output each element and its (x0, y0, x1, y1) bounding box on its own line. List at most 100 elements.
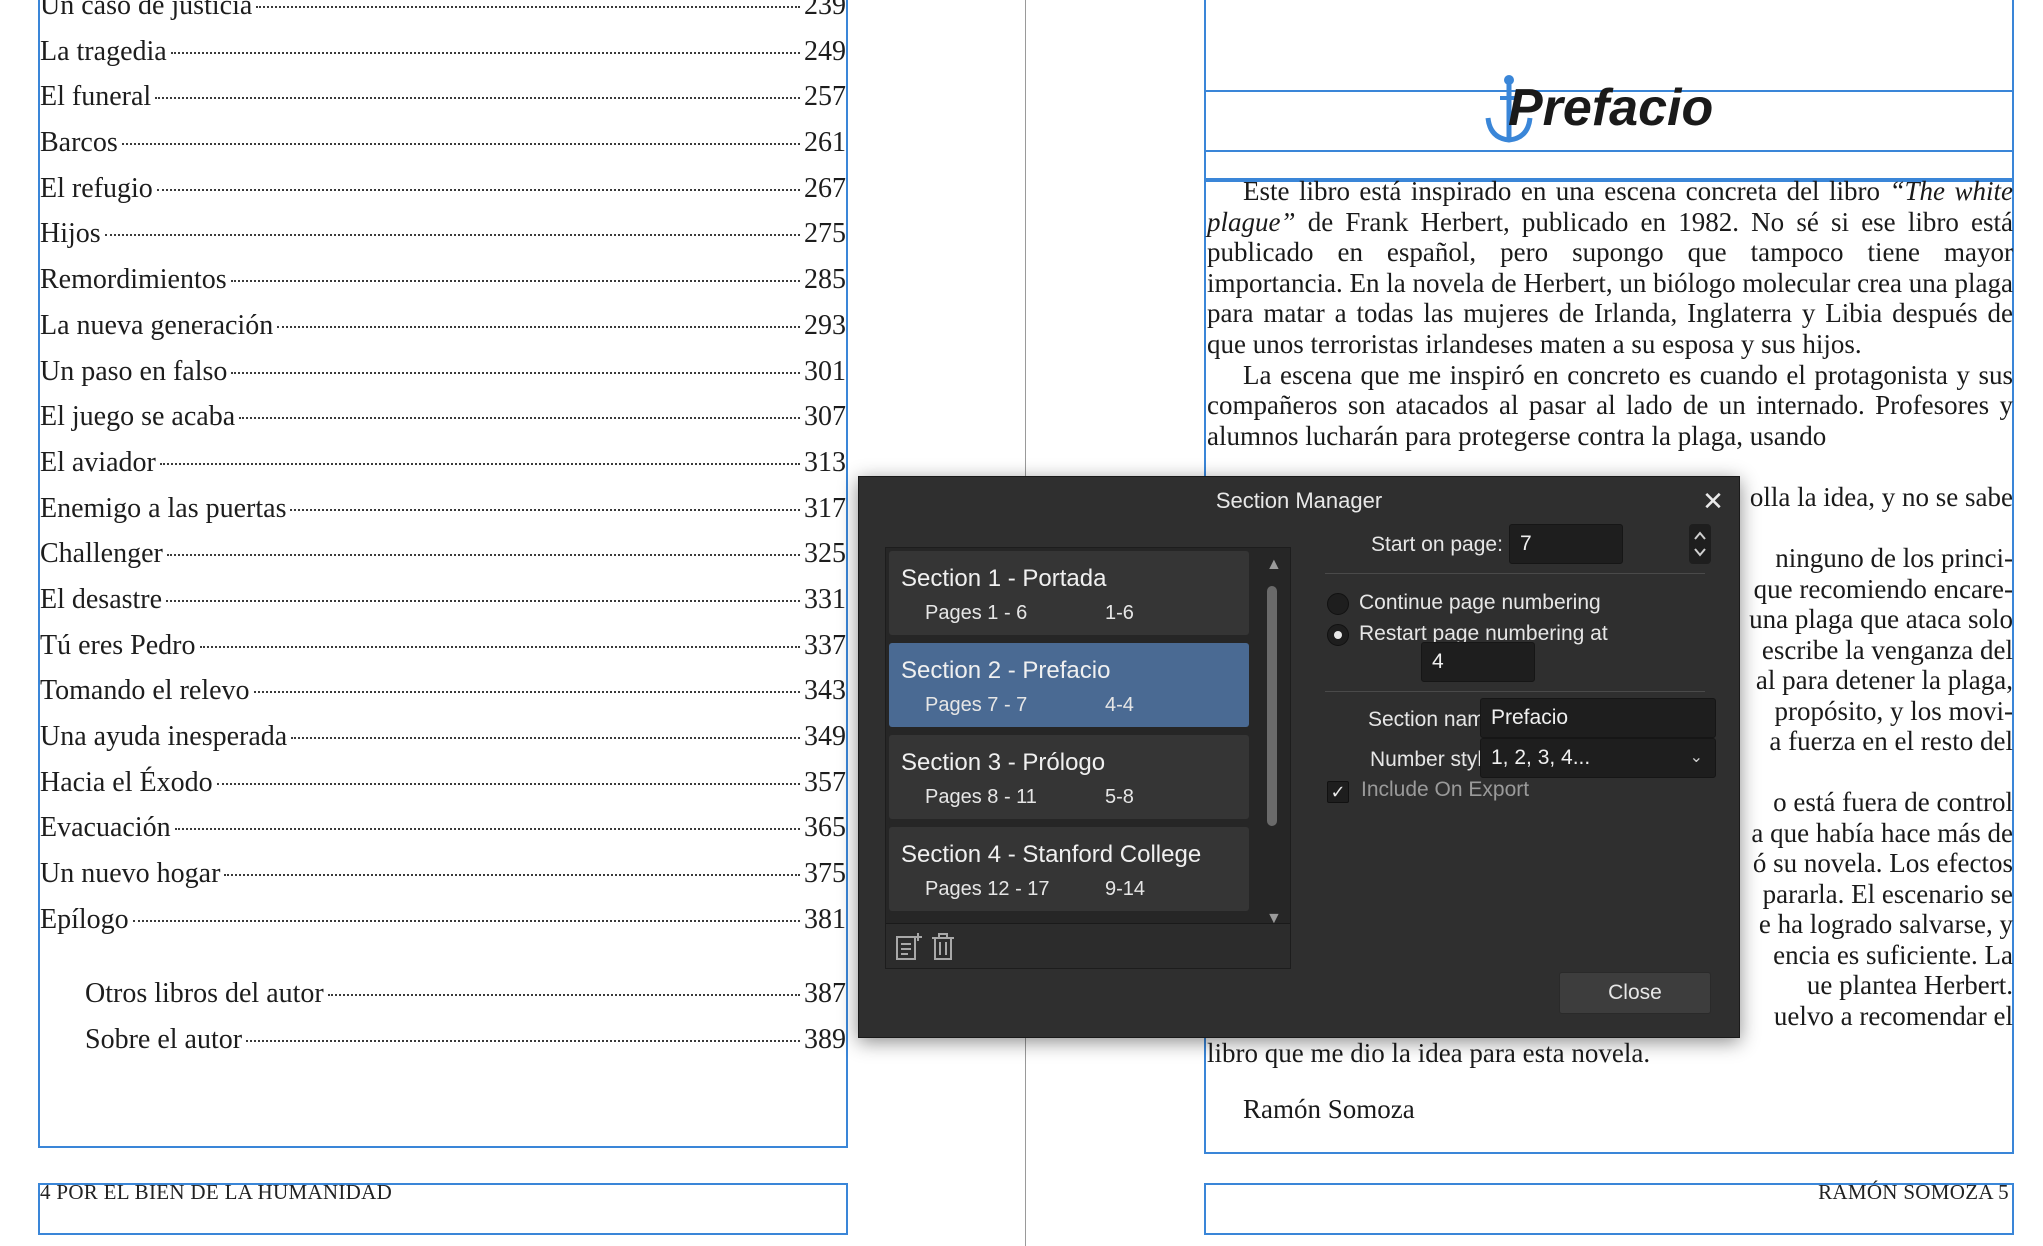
signature: Ramón Somoza (1243, 1094, 1415, 1124)
toc-leader-dots (132, 919, 800, 922)
section-list-toolbar (886, 923, 1290, 968)
toc-entry-page: 337 (804, 629, 846, 661)
section-list-item[interactable]: Section 3 - Prólogo Pages 8 - 11 5-8 (889, 735, 1249, 819)
start-page-stepper-icon[interactable] (1689, 524, 1711, 564)
toc-leader-dots (216, 782, 800, 785)
toc-entry-title: El juego se acaba (40, 401, 236, 433)
body-text-fragment: al para detener la plaga, (1755, 665, 2013, 695)
body-text-fragment: ninguno de los princi- (1775, 543, 2013, 573)
toc-leader-dots (253, 691, 800, 694)
toc-leader-dots (121, 143, 800, 146)
body-text-fragment: e ha logrado salvarse, y (1758, 909, 2013, 939)
toc-leader-dots (290, 508, 800, 511)
toc-entry: El aviador 313 (40, 447, 846, 493)
toc-entry-title: El aviador (40, 446, 156, 478)
toc-entry: El funeral 257 (40, 81, 846, 127)
toc-entry-page: 307 (804, 401, 846, 433)
toc-entry: La tragedia 249 (40, 36, 846, 82)
toc-entry: La nueva generación 293 (40, 310, 846, 356)
toc-entry-title: Un caso de justicia (40, 0, 253, 21)
toc-entry-title: Una ayuda inesperada (40, 721, 288, 752)
body-text-fragment: una plaga que ataca solo (1749, 604, 2013, 634)
section-name: Section 2 - Prefacio (901, 657, 1111, 684)
toc-entry-title: El desastre (40, 583, 163, 615)
section-list-item[interactable]: Section 1 - Portada Pages 1 - 6 1-6 (889, 551, 1249, 635)
scroll-up-arrow-icon[interactable]: ▲ (1266, 556, 1282, 574)
section-range: 1-6 (1105, 602, 1134, 624)
right-footer: RAMÓN SOMOZA 5 (1818, 1180, 2009, 1204)
last-line: libro que me dio la idea para esta novel… (1207, 1038, 1651, 1068)
toc-entry-title: Epílogo (40, 903, 129, 935)
body-text-fragment: olla la idea, y no se sabe (1749, 482, 2013, 512)
close-button[interactable]: Close (1559, 972, 1711, 1014)
separator (1325, 691, 1705, 692)
section-range: 4-4 (1105, 694, 1134, 716)
section-pages: Pages 7 - 7 (925, 694, 1028, 716)
include-export-checkbox[interactable]: ✓ (1327, 781, 1349, 803)
toc-entry-page: 267 (804, 172, 846, 204)
body-text-fragment: escribe la venganza del (1761, 635, 2013, 665)
section-list-item[interactable]: Section 2 - Prefacio Pages 7 - 7 4-4 (889, 643, 1249, 727)
section-pages: Pages 12 - 17 (925, 878, 1050, 900)
toc-leader-dots (199, 645, 800, 648)
toc-entry-title: Remordimientos (40, 264, 227, 296)
toc-entry-page: 357 (804, 766, 846, 798)
toc-leader-dots (166, 599, 800, 602)
body-text-fragment: propósito, y los movi- (1774, 696, 2013, 726)
toc-entry: Sobre el autor 389 (85, 1024, 846, 1070)
restart-numbering-radio[interactable] (1327, 624, 1349, 646)
toc-entry: Challenger 325 (40, 538, 846, 584)
body-text-fragment: pararla. El escenario se (1762, 879, 2013, 909)
toc-leader-dots (155, 97, 800, 100)
body-text-fragment: uelvo a recomendar el (1773, 1001, 2013, 1031)
toc-entry-page: 293 (804, 309, 846, 341)
para1-text-b: de Frank Herbert, publicado en 1982. No … (1207, 206, 2013, 359)
dialog-title: Section Manager (1215, 488, 1383, 513)
toc-entry-page: 389 (804, 1023, 846, 1055)
toc-entry-page: 317 (804, 492, 846, 524)
toc-entry-title: El funeral (40, 81, 152, 113)
para1-text-a: Este libro está inspirado en una escena … (1243, 176, 1890, 206)
toc-entry-title: Un nuevo hogar (40, 858, 221, 890)
start-on-page-label: Start on page: (1371, 533, 1503, 556)
toc-leader-dots (224, 874, 800, 877)
close-icon[interactable]: ✕ (1697, 485, 1729, 517)
restart-numbering-input[interactable]: 4 (1421, 642, 1535, 682)
toc-leader-dots (256, 6, 800, 8)
add-section-icon[interactable] (894, 932, 924, 962)
toc-entry-page: 261 (804, 127, 846, 159)
page-heading: Prefacio (1508, 79, 1714, 137)
toc-entry: Barcos 261 (40, 127, 846, 173)
section-list-scrollbar[interactable]: ▲ ▼ (1262, 556, 1282, 927)
toc-entry-page: 331 (804, 583, 846, 615)
include-export-label: Include On Export (1361, 778, 1530, 801)
toc-entry-title: Enemigo a las puertas (40, 492, 287, 524)
delete-section-icon[interactable] (928, 932, 958, 962)
toc-entry-title: Evacuación (40, 812, 171, 844)
number-style-value: 1, 2, 3, 4... (1491, 746, 1591, 769)
toc-entry: Hacia el Éxodo 357 (40, 767, 846, 813)
table-of-contents: Un caso de justicia 239 La tragedia 249 El f… (40, 0, 846, 949)
start-on-page-input[interactable]: 7 (1509, 524, 1623, 564)
toc-entry-page: 249 (804, 35, 846, 67)
toc-leader-dots (170, 51, 800, 54)
toc-entry: Una ayuda inesperada 349 (40, 721, 846, 767)
toc-entry: Enemigo a las puertas 317 (40, 493, 846, 539)
toc-entry-page: 239 (804, 0, 846, 21)
toc-entry-title: Challenger (40, 538, 163, 570)
toc-entry-title: Sobre el autor (85, 1023, 243, 1055)
toc-leader-dots (230, 280, 800, 283)
number-style-select[interactable]: 1, 2, 3, 4... ⌄ (1480, 738, 1716, 778)
section-name-input[interactable]: Prefacio (1480, 698, 1716, 738)
section-list-item[interactable]: Section 4 - Stanford College Pages 12 - 1… (889, 827, 1249, 911)
toc-entry-page: 387 (804, 978, 846, 1009)
toc-entry: Evacuación 365 (40, 812, 846, 858)
toc-entry-title: Hijos (40, 218, 101, 250)
toc-entry-page: 301 (804, 355, 846, 387)
body-text-fragment: a fuerza en el resto del (1769, 726, 2013, 756)
section-list[interactable]: Section 1 - Portada Pages 1 - 6 1-6 Section… (889, 551, 1251, 921)
scrollbar-thumb[interactable] (1267, 586, 1277, 826)
toc-entry-page: 365 (804, 812, 846, 844)
continue-numbering-radio[interactable] (1327, 593, 1349, 615)
toc-leader-dots (246, 1039, 800, 1042)
